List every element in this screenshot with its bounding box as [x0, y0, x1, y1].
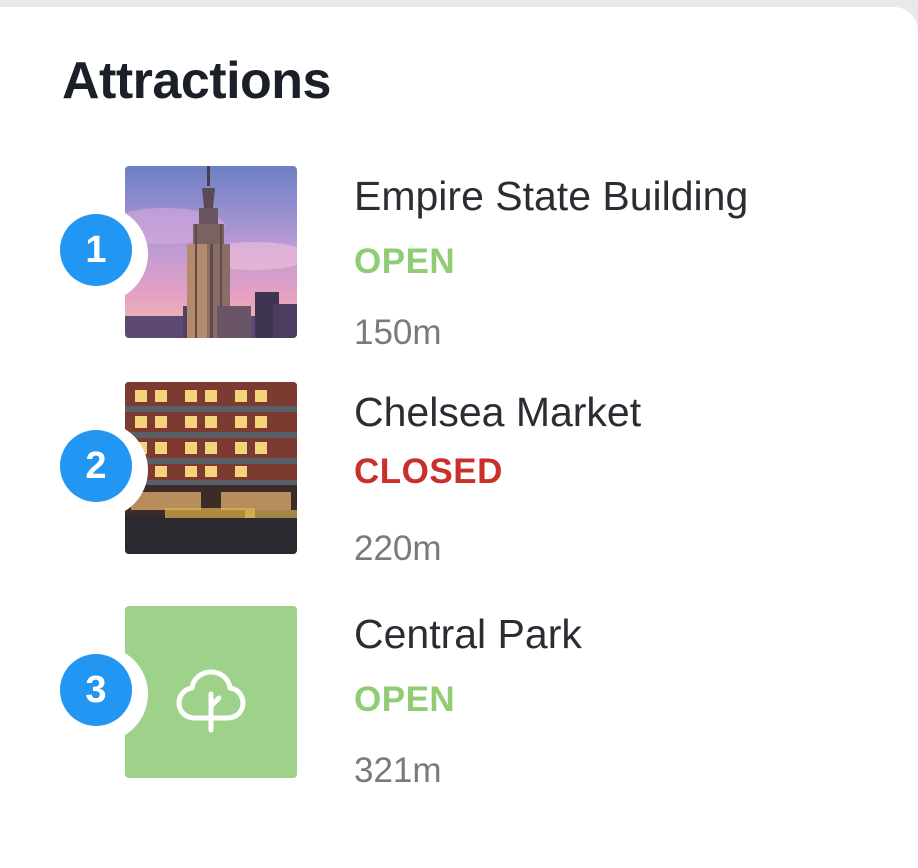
marker-number: 3 [60, 654, 132, 726]
attraction-name: Central Park [354, 611, 582, 657]
chelsea-market-photo [125, 382, 297, 554]
status-badge: CLOSED [354, 452, 503, 491]
central-park-tile [125, 606, 297, 778]
card-title: Attractions [62, 52, 331, 110]
attraction-name: Chelsea Market [354, 389, 642, 435]
status-badge: OPEN [354, 680, 456, 719]
attraction-name: Empire State Building [354, 173, 749, 219]
tree-icon [176, 669, 246, 733]
attraction-item-chelsea-market[interactable]: 2 Chelsea Market CLOSED 220m [0, 382, 918, 566]
distance-label: 150m [354, 313, 442, 352]
attraction-item-central-park[interactable]: 3 Central Park OPEN 321m [0, 606, 918, 788]
empire-state-building-photo [125, 166, 297, 338]
distance-label: 220m [354, 529, 442, 568]
marker-badge-2: 2 [52, 422, 148, 518]
marker-number: 1 [60, 214, 132, 286]
attractions-card: Attractions 1 Empire State Building OPEN… [0, 7, 918, 868]
marker-badge-3: 3 [52, 646, 148, 742]
status-badge: OPEN [354, 242, 456, 281]
marker-badge-1: 1 [52, 206, 148, 302]
attraction-item-empire-state-building[interactable]: 1 Empire State Building OPEN 150m [0, 166, 918, 350]
distance-label: 321m [354, 751, 442, 790]
marker-number: 2 [60, 430, 132, 502]
